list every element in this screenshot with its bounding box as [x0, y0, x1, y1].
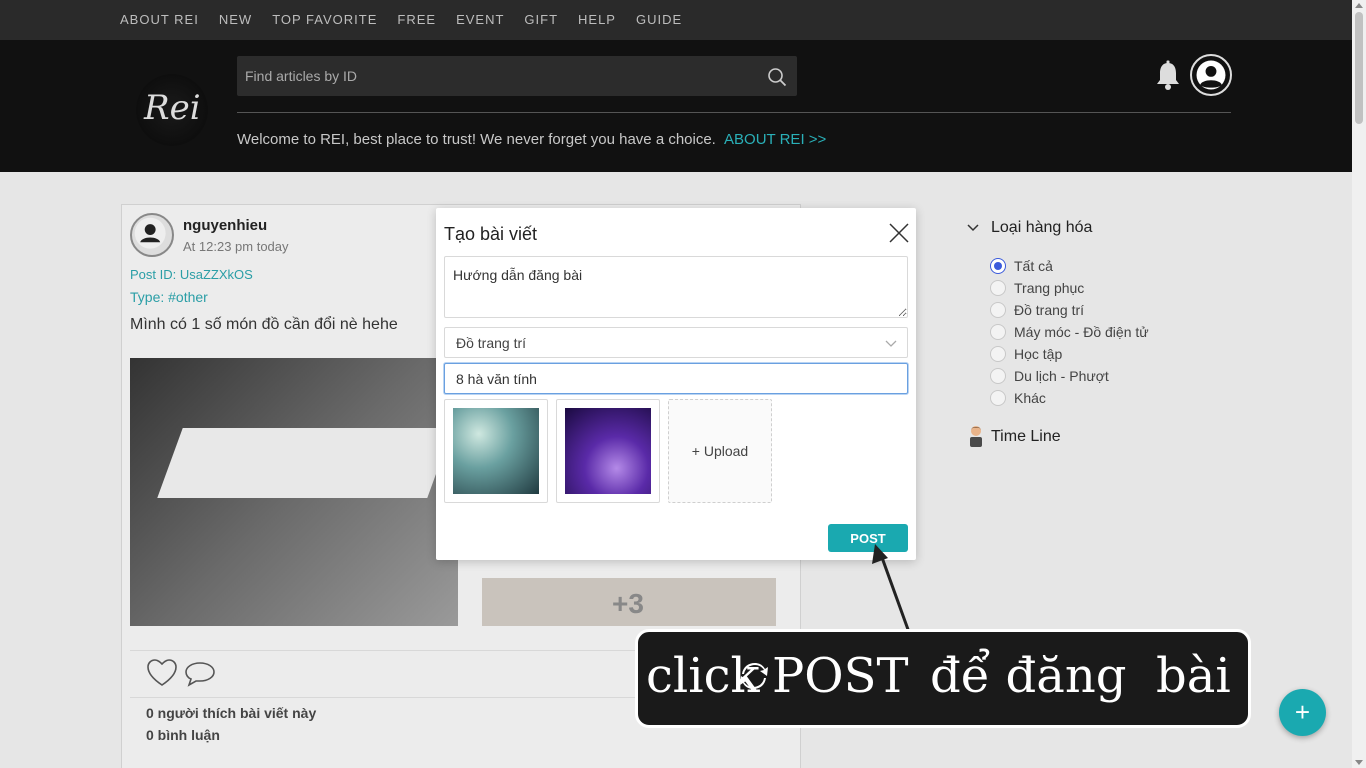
timeline-label: Time Line: [991, 428, 1061, 445]
callout-text-bai: bài: [1156, 648, 1231, 704]
nav-item[interactable]: EVENT: [456, 12, 504, 27]
chevron-down-icon: [885, 340, 897, 347]
radio-button[interactable]: [990, 390, 1006, 406]
category-option-label: Du lịch - Phượt: [1014, 368, 1109, 384]
post-username[interactable]: nguyenhieu: [183, 217, 267, 234]
callout-text-de-dang: để đăng: [930, 648, 1127, 704]
top-nav: ABOUT REI NEW TOP FAVORITE FREE EVENT GIFT HEL…: [0, 0, 1352, 40]
uploaded-image-thumbnail[interactable]: [556, 399, 660, 503]
category-option-label: Khác: [1014, 390, 1046, 406]
radio-button[interactable]: [990, 346, 1006, 362]
heart-icon[interactable]: [146, 658, 178, 688]
category-select[interactable]: Đồ trang trí: [444, 327, 908, 358]
post-text: Mình có 1 số món đồ cần đổi nè hehe: [130, 316, 398, 333]
likes-count[interactable]: 0 người thích bài viết này: [146, 705, 316, 721]
person-icon: [970, 426, 982, 447]
category-option[interactable]: Tất cả: [990, 255, 1149, 277]
category-option-label: Học tập: [1014, 346, 1063, 362]
address-input[interactable]: [444, 363, 908, 394]
post-photo[interactable]: [130, 358, 458, 626]
comment-icon[interactable]: [184, 660, 216, 688]
nav-item[interactable]: GUIDE: [636, 12, 682, 27]
image-thumbnail: [453, 408, 539, 494]
radio-button[interactable]: [990, 280, 1006, 296]
category-option[interactable]: Đồ trang trí: [990, 299, 1149, 321]
nav-item[interactable]: NEW: [219, 12, 252, 27]
welcome-text: Welcome to REI, best place to trust! We …: [237, 131, 716, 148]
user-avatar-icon[interactable]: [1190, 54, 1232, 96]
category-title: Loại hàng hóa: [991, 219, 1093, 236]
nav-item[interactable]: ABOUT REI: [120, 12, 199, 27]
post-content-textarea[interactable]: Hướng dẫn đăng bài: [444, 256, 908, 318]
scroll-up-arrow[interactable]: [1355, 3, 1363, 8]
nav-item[interactable]: TOP FAVORITE: [272, 12, 377, 27]
post-avatar[interactable]: [130, 213, 174, 257]
post-time: At 12:23 pm today: [183, 239, 289, 254]
callout-text-post: POST: [772, 648, 909, 704]
bell-icon[interactable]: [1155, 60, 1181, 92]
welcome-message: Welcome to REI, best place to trust! We …: [237, 131, 826, 148]
top-nav-list: ABOUT REI NEW TOP FAVORITE FREE EVENT GIFT HEL…: [120, 12, 702, 27]
post-id: Post ID: UsaZZXkOS: [130, 267, 253, 282]
upload-button[interactable]: + Upload: [668, 399, 772, 503]
modal-title: Tạo bài viết: [444, 224, 538, 244]
timeline-link[interactable]: Time Line: [966, 425, 1061, 449]
category-option-label: Máy móc - Đồ điện tử: [1014, 324, 1149, 340]
category-option-label: Đồ trang trí: [1014, 302, 1085, 318]
category-option[interactable]: Trang phục: [990, 277, 1149, 299]
nav-item[interactable]: GIFT: [524, 12, 558, 27]
add-post-fab[interactable]: +: [1279, 689, 1326, 736]
search-icon[interactable]: [767, 67, 787, 87]
table-photo-shape: [157, 428, 453, 498]
category-option[interactable]: Học tập: [990, 343, 1149, 365]
nav-item[interactable]: HELP: [578, 12, 616, 27]
search-bar: [237, 56, 797, 96]
image-thumbnail: [565, 408, 651, 494]
comments-count[interactable]: 0 bình luận: [146, 727, 220, 743]
instruction-callout: click POST để đăng bài: [635, 629, 1251, 728]
header: Rei Welcome to REI, best place to trust!…: [0, 40, 1352, 172]
radio-button[interactable]: [990, 258, 1006, 274]
logo[interactable]: Rei: [136, 74, 208, 146]
scrollbar-thumb[interactable]: [1355, 12, 1363, 124]
category-option[interactable]: Du lịch - Phượt: [990, 365, 1149, 387]
category-option[interactable]: Khác: [990, 387, 1149, 409]
header-divider: [237, 112, 1231, 113]
scroll-down-arrow[interactable]: [1355, 760, 1363, 765]
category-select-value: Đồ trang trí: [456, 335, 527, 351]
uploaded-image-thumbnail[interactable]: [444, 399, 548, 503]
category-options: Tất cả Trang phục Đồ trang trí Máy móc - Đồ…: [990, 255, 1149, 409]
more-photos-count[interactable]: +3: [612, 588, 644, 620]
close-icon[interactable]: [888, 222, 910, 244]
category-option-label: Tất cả: [1014, 258, 1053, 274]
create-post-modal: Tạo bài viết Hướng dẫn đăng bài Đồ trang…: [436, 208, 916, 560]
chevron-down-icon: [967, 224, 979, 232]
about-rei-link[interactable]: ABOUT REI >>: [724, 131, 826, 148]
category-filter-header[interactable]: Loại hàng hóa: [966, 219, 1092, 237]
radio-button[interactable]: [990, 324, 1006, 340]
search-input[interactable]: [237, 56, 757, 96]
radio-button[interactable]: [990, 368, 1006, 384]
post-type[interactable]: Type: #other: [130, 289, 208, 305]
annotation-arrow: [872, 544, 912, 636]
nav-item[interactable]: FREE: [397, 12, 436, 27]
refresh-icon: [740, 663, 768, 689]
logo-text: Rei: [144, 88, 201, 128]
page-scrollbar[interactable]: [1352, 0, 1366, 768]
category-option-label: Trang phục: [1014, 280, 1085, 296]
radio-button[interactable]: [990, 302, 1006, 318]
category-option[interactable]: Máy móc - Đồ điện tử: [990, 321, 1149, 343]
